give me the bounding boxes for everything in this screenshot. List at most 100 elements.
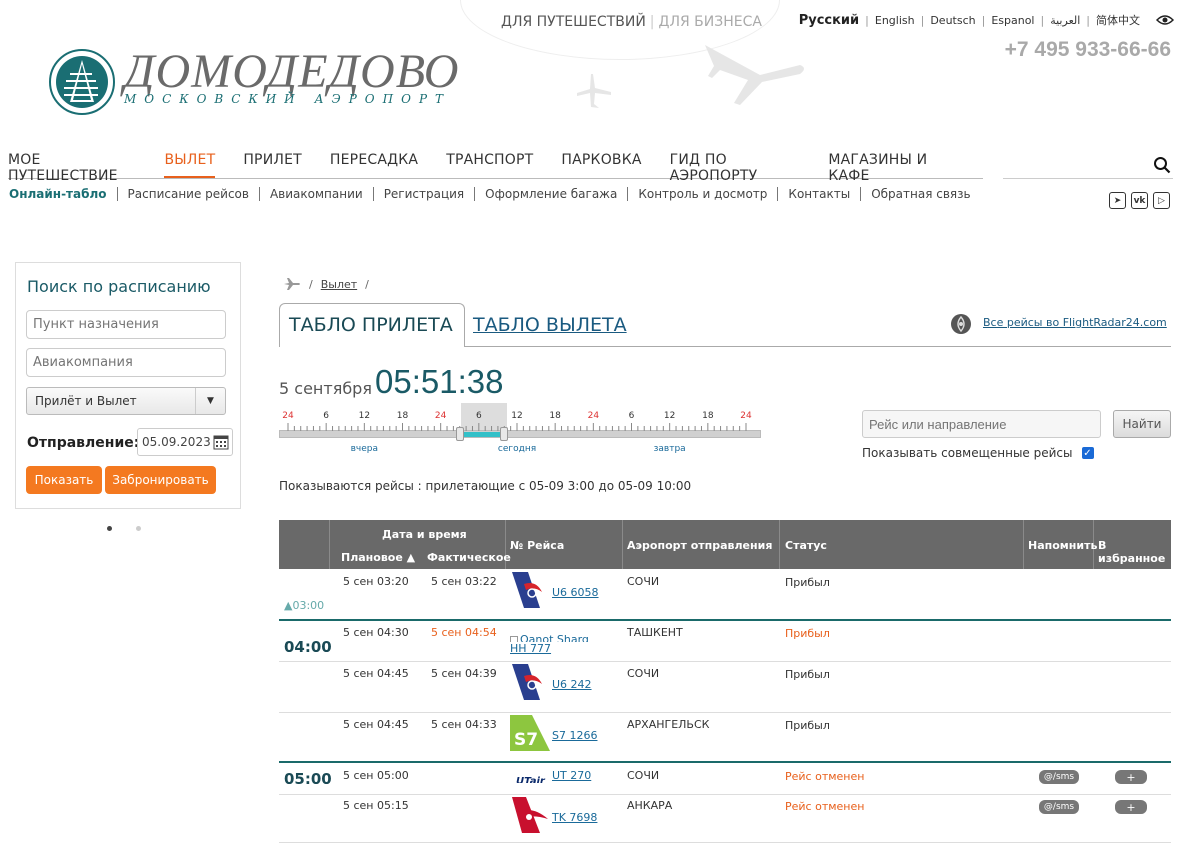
time-slider[interactable]: 24 6 12 18 24 6 12 18 24 6 12 18 24 вчера сегодня завтр… [279,403,761,463]
lang-ru[interactable]: Русский [793,13,865,28]
table-row[interactable]: 05:00 5 сен 05:00 UTair UT 270 СОЧИ Рейс отме… [279,765,1171,795]
timeline-hour-label: 18 [549,411,561,421]
timeline-day-label[interactable]: сегодня [498,444,536,454]
flight-status: Рейс отменен [785,770,865,783]
lang-zh[interactable]: 简体中文 [1090,12,1146,28]
airport-logo[interactable]: ДОМОДЕДОВО МОСКОВСКИЙ АЭРОПОРТ [48,48,459,116]
tab-departures[interactable]: ТАБЛО ВЫЛЕТА [473,314,627,336]
book-button[interactable]: Забронировать [105,466,216,494]
vk-icon[interactable]: vk [1131,192,1148,209]
timeline-hour-label: 18 [702,411,714,421]
subnav-item[interactable]: Онлайн-табло [9,187,117,201]
col-airport[interactable]: Аэропорт отправления [627,539,772,552]
flight-number-link[interactable]: TK 7698 [552,811,597,824]
mainnav-item[interactable]: ПАРКОВКА [561,152,641,178]
planned-time: 5 сен 03:20 [343,575,409,588]
timeline-bar[interactable] [279,430,761,438]
qanot-sharq-logo: Qanot Sharq [510,628,600,642]
telegram-icon[interactable]: ➤ [1109,192,1126,209]
add-favorite-button[interactable]: + [1115,770,1147,784]
col-flight[interactable]: № Рейса [510,539,564,552]
subnav-item[interactable]: Контакты [777,187,860,201]
col-status[interactable]: Статус [785,539,827,552]
search-icon[interactable] [1153,156,1171,174]
carousel-dot[interactable] [107,526,112,531]
flightradar-icon[interactable] [950,313,972,335]
flight-search-input[interactable] [862,410,1101,438]
flight-number-link[interactable]: U6 242 [552,678,592,691]
mainnav-item[interactable]: ВЫЛЕТ [164,152,216,178]
tab-arrivals[interactable]: ТАБЛО ПРИЛЕТА [279,303,465,347]
table-row[interactable]: 5 сен 05:15 TK 7698 АНКАРА Рейс отменен @/sm… [279,795,1171,843]
timeline-handle-start[interactable] [455,427,464,441]
show-button[interactable]: Показать [26,466,102,494]
hour-group-label[interactable]: ▲03:00 [284,599,324,612]
lang-en[interactable]: English [869,14,921,27]
subnav-item[interactable]: Расписание рейсов [116,187,259,201]
lang-ar[interactable]: العربية [1044,14,1086,27]
mainnav-item[interactable]: ПРИЛЕТ [243,152,302,178]
s7-logo-icon: S7 [510,715,550,751]
youtube-icon[interactable]: ▷ [1153,192,1170,209]
audience-business-link[interactable]: ДЛЯ БИЗНЕСА [659,14,762,30]
accessibility-eye-icon[interactable] [1156,14,1174,26]
remind-sms-button[interactable]: @/sms [1039,770,1079,784]
planned-time: 5 сен 05:00 [343,769,409,782]
search-underline [1003,178,1173,179]
flight-status: Прибыл [785,668,830,681]
mainnav-item[interactable]: ГИД ПО АЭРОПОРТУ [670,152,801,184]
date-field[interactable]: 05.09.2023 [137,428,233,456]
mainnav-item[interactable]: МАГАЗИНЫ И КАФЕ [828,152,955,184]
actual-time: 5 сен 04:54 [431,626,497,639]
timeline-day-label[interactable]: завтра [654,444,686,454]
schedule-search-panel: Поиск по расписанию Прилёт и Вылет ▼ Отп… [15,262,241,509]
subnav-item[interactable]: Авиакомпании [258,187,373,201]
subnav-item[interactable]: Регистрация [372,187,474,201]
table-row[interactable]: 5 сен 04:45 5 сен 04:39 U6 242 СОЧИ Прибыл [279,662,1171,713]
flight-status: Прибыл [785,719,830,732]
planned-time: 5 сен 04:45 [343,667,409,680]
plane-decoration-small-icon [577,74,611,108]
direction-select-value: Прилёт и Вылет [35,394,137,408]
direction-select[interactable]: Прилёт и Вылет ▼ [26,387,226,415]
calendar-icon[interactable] [212,433,230,451]
mainnav-item[interactable]: ТРАНСПОРТ [446,152,533,178]
table-row[interactable]: 5 сен 04:45 5 сен 04:33 S7 S7 1266 АРХАНГЕЛЬ… [279,713,1171,763]
mainnav-item[interactable]: МОЕ ПУТЕШЕСТВИЕ [8,152,136,184]
flightradar-link[interactable]: Все рейсы во FlightRadar24.com [983,316,1167,329]
mainnav-item[interactable]: ПЕРЕСАДКА [330,152,418,178]
carousel-dot[interactable] [136,526,141,531]
actual-time: 5 сен 04:39 [431,667,497,680]
flight-number-link[interactable]: UT 270 [552,769,591,782]
table-row[interactable]: 04:00 5 сен 04:30 5 сен 04:54 Qanot Sharq HH… [279,622,1171,662]
table-row[interactable]: ▲03:00 5 сен 03:20 5 сен 03:22 U6 6058 СОЧИ П… [279,570,1171,621]
timeline-handle-end[interactable] [500,427,509,441]
sub-nav: Онлайн-табло Расписание рейсов Авиакомпани… [9,187,981,201]
timeline-day-label[interactable]: вчера [351,444,378,454]
flight-number-link[interactable]: U6 6058 [552,586,599,599]
col-planned[interactable]: Плановое ▲ [341,551,415,564]
col-favorite: В избранное [1098,539,1166,565]
plane-icon[interactable] [283,277,301,291]
lang-es[interactable]: Espanol [985,14,1040,27]
shown-range-text: Показываются рейсы : прилетающие с 05-09… [279,479,692,493]
flight-number-link[interactable]: S7 1266 [552,729,597,742]
combined-flights-checkbox[interactable]: ✓ [1081,447,1094,459]
flight-status: Прибыл [785,576,830,589]
remind-sms-button[interactable]: @/sms [1039,800,1079,814]
breadcrumb-current[interactable]: Вылет [321,278,357,291]
audience-travel-link[interactable]: ДЛЯ ПУТЕШЕСТВИЙ [501,14,646,30]
actual-time: 5 сен 03:22 [431,575,497,588]
combined-flights-toggle[interactable]: Показывать совмещенные рейсы ✓ [862,446,1094,460]
add-favorite-button[interactable]: + [1115,800,1147,814]
subnav-item[interactable]: Контроль и досмотр [627,187,777,201]
subnav-item[interactable]: Оформление багажа [474,187,627,201]
lang-de[interactable]: Deutsch [924,14,981,27]
destination-input[interactable] [26,310,226,339]
phone-number[interactable]: +7 495 933-66-66 [1005,38,1171,62]
flight-number-link[interactable]: HH 777 [510,642,551,655]
airline-input[interactable] [26,348,226,377]
subnav-item[interactable]: Обратная связь [860,187,980,201]
col-actual[interactable]: Фактическое [427,551,511,564]
find-button[interactable]: Найти [1113,410,1171,438]
